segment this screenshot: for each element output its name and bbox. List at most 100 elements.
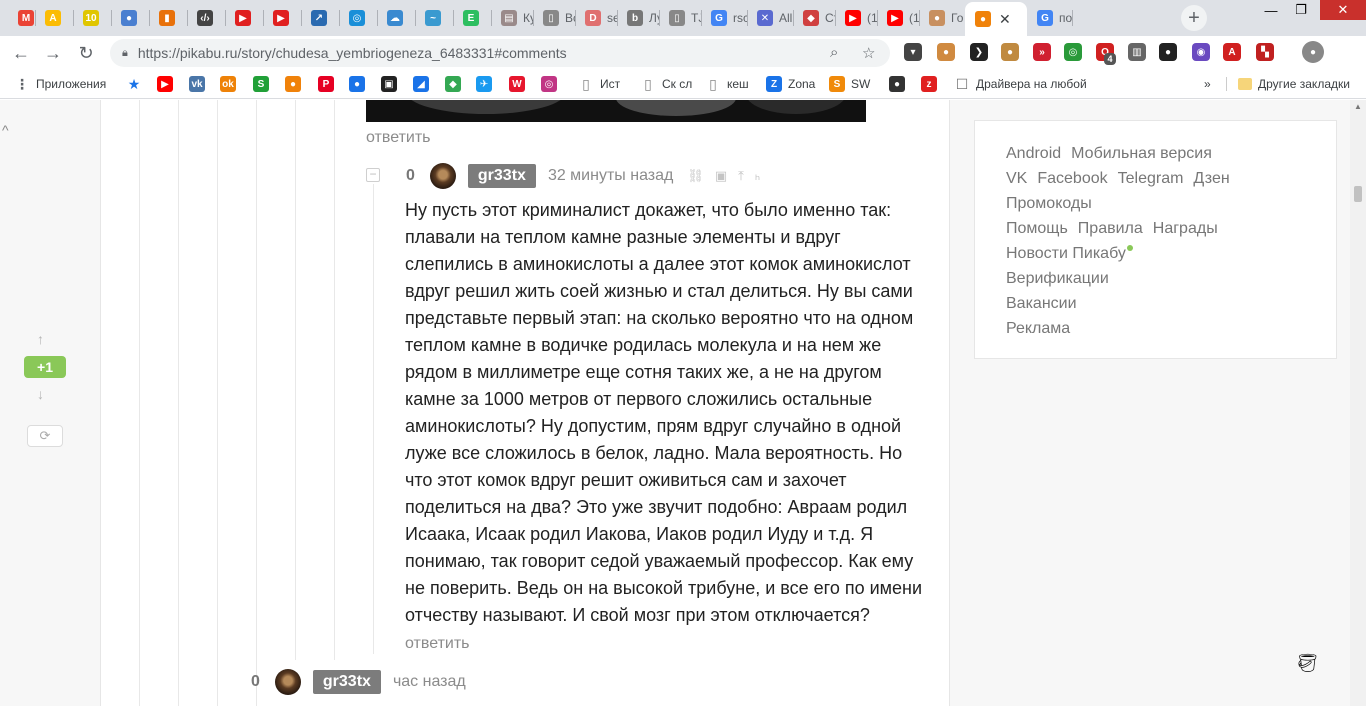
- bookmark-item[interactable]: W: [509, 75, 525, 93]
- author-nick[interactable]: gr33tx: [312, 670, 381, 694]
- bookmarks-overflow-button[interactable]: »: [1204, 75, 1211, 93]
- bookmark-item[interactable]: vk: [189, 75, 205, 93]
- save-icon[interactable]: ▣: [715, 168, 727, 184]
- sidebar-link[interactable]: VK: [1006, 170, 1027, 187]
- sidebar-link[interactable]: Мобильная версия: [1071, 145, 1212, 162]
- sidebar-link[interactable]: Вакансии: [1006, 295, 1077, 312]
- sidebar-link[interactable]: Промокоды: [1006, 195, 1092, 212]
- bookmark-item[interactable]: ✈: [476, 75, 492, 93]
- bookmark-item[interactable]: ●: [285, 75, 301, 93]
- browser-tab[interactable]: M: [8, 4, 35, 32]
- browser-tab[interactable]: ‹/›: [187, 4, 225, 32]
- sidebar-link[interactable]: Награды: [1153, 220, 1218, 237]
- browser-tab[interactable]: ▤ Ку: [491, 4, 533, 32]
- bookmark-item[interactable]: ▣: [381, 75, 397, 93]
- bookmark-item[interactable]: Z Zona: [766, 75, 815, 93]
- browser-tab[interactable]: ▶: [263, 4, 301, 32]
- bookmark-item[interactable]: ☐ Драйвера на любой: [954, 75, 1087, 93]
- comment-time[interactable]: 32 минуты назад: [548, 167, 673, 185]
- browser-tab[interactable]: ☁: [377, 4, 415, 32]
- bookmark-item[interactable]: ★: [126, 75, 142, 93]
- bookmark-item[interactable]: ◢: [413, 75, 429, 93]
- scroll-up-arrow-icon[interactable]: ▲: [1354, 102, 1362, 111]
- browser-tab[interactable]: ▯ TJ: [659, 4, 701, 32]
- browser-tab[interactable]: ● ✕: [965, 2, 1027, 36]
- sidebar-link[interactable]: Помощь: [1006, 220, 1068, 237]
- vote-up-icon[interactable]: ↑: [37, 331, 44, 347]
- scroll-top-icon[interactable]: ^: [2, 122, 9, 138]
- arrow-icon[interactable]: ❯: [970, 43, 988, 61]
- forward-button[interactable]: →: [40, 40, 66, 66]
- browser-tab[interactable]: ▮: [149, 4, 187, 32]
- ring-icon[interactable]: ◎: [1064, 43, 1082, 61]
- bookmark-item[interactable]: ▯ Ист: [578, 75, 620, 93]
- browser-tab[interactable]: ▶ (1): [835, 4, 877, 32]
- browser-tab[interactable]: ●: [111, 4, 149, 32]
- to-parent-icon[interactable]: ⤒: [738, 168, 744, 184]
- search-icon[interactable]: ⌕: [830, 44, 838, 61]
- sidebar-link[interactable]: Telegram: [1118, 170, 1184, 187]
- browser-tab[interactable]: E: [453, 4, 491, 32]
- close-tab-icon[interactable]: ✕: [999, 11, 1011, 28]
- browser-tab[interactable]: ▶ (1): [877, 4, 919, 32]
- browser-tab[interactable]: ▯ Вс: [533, 4, 575, 32]
- more-icon[interactable]: ₕ: [755, 168, 760, 184]
- bookmark-item[interactable]: ●: [349, 75, 365, 93]
- browser-tab[interactable]: ◆ Ст: [793, 4, 835, 32]
- sidebar-link[interactable]: Правила: [1078, 220, 1143, 237]
- bookmark-item[interactable]: S SW: [829, 75, 870, 93]
- refresh-comments-button[interactable]: ⟳: [27, 425, 63, 447]
- collapse-comment-button[interactable]: −: [366, 168, 380, 182]
- bookmark-item[interactable]: ▶: [157, 75, 173, 93]
- browser-tab[interactable]: 10: [73, 4, 111, 32]
- browser-tab[interactable]: Grsc: [701, 4, 747, 32]
- author-nick[interactable]: gr33tx: [467, 164, 536, 188]
- link-icon[interactable]: ⛓︎: [687, 168, 704, 184]
- browser-tab[interactable]: Dse: [575, 4, 617, 32]
- browser-tab[interactable]: ▶: [225, 4, 263, 32]
- comment-image[interactable]: [366, 100, 866, 122]
- new-tab-button[interactable]: +: [1181, 5, 1207, 31]
- page-scrollbar[interactable]: ▲: [1350, 100, 1366, 706]
- bookmark-star-icon[interactable]: ☆: [862, 44, 875, 62]
- browser-tab[interactable]: ~: [415, 4, 453, 32]
- bookmark-item[interactable]: ◎: [541, 75, 557, 93]
- face-icon[interactable]: ●: [1159, 43, 1177, 61]
- bookmark-item[interactable]: z: [921, 75, 937, 93]
- bookmark-item[interactable]: ▯ Ск сл: [640, 75, 692, 93]
- avatar[interactable]: [429, 163, 456, 189]
- browser-tab[interactable]: ◎: [339, 4, 377, 32]
- pocket-icon[interactable]: ▾: [904, 43, 922, 61]
- bookmark-item[interactable]: ●: [889, 75, 905, 93]
- browser-tab[interactable]: b Лу: [617, 4, 659, 32]
- comment-time[interactable]: час назад: [393, 673, 466, 691]
- reply-link[interactable]: ответить: [366, 129, 431, 147]
- cookie-icon[interactable]: ●: [1001, 43, 1019, 61]
- bookmark-item[interactable]: P: [318, 75, 334, 93]
- sidebar-link[interactable]: Новости Пикабу: [1006, 245, 1126, 262]
- avatar[interactable]: [274, 669, 301, 695]
- stats-icon[interactable]: ▥: [1128, 43, 1146, 61]
- browser-tab[interactable]: A: [35, 4, 73, 32]
- sidebar-link[interactable]: Android: [1006, 145, 1061, 162]
- lens-icon[interactable]: ◉: [1192, 43, 1210, 61]
- back-button[interactable]: ←: [8, 40, 34, 66]
- bookmark-item[interactable]: S: [253, 75, 269, 93]
- browser-tab[interactable]: Gпо: [1027, 4, 1072, 32]
- sidebar-link[interactable]: Реклама: [1006, 320, 1070, 337]
- vote-down-icon[interactable]: ↓: [37, 386, 44, 402]
- profile-icon[interactable]: ●: [1302, 41, 1324, 63]
- browser-tab[interactable]: ● Го: [919, 4, 965, 32]
- bookmark-item[interactable]: ok: [220, 75, 236, 93]
- cat-icon[interactable]: ●: [937, 43, 955, 61]
- bookmark-item[interactable]: ⋮ Приложения: [14, 75, 106, 93]
- other-bookmarks-folder[interactable]: Другие закладки: [1238, 75, 1350, 93]
- reply-link[interactable]: ответить: [405, 635, 470, 653]
- scrollbar-thumb[interactable]: [1354, 186, 1362, 202]
- sidebar-link[interactable]: Facebook: [1037, 170, 1107, 187]
- browser-tab[interactable]: ✕ All: [747, 4, 793, 32]
- reload-button[interactable]: ↻: [73, 40, 99, 66]
- sidebar-link[interactable]: Дзен: [1193, 170, 1229, 187]
- paint-bucket-icon[interactable]: 🪣︎: [1296, 653, 1319, 674]
- pdf-icon[interactable]: A: [1223, 43, 1241, 61]
